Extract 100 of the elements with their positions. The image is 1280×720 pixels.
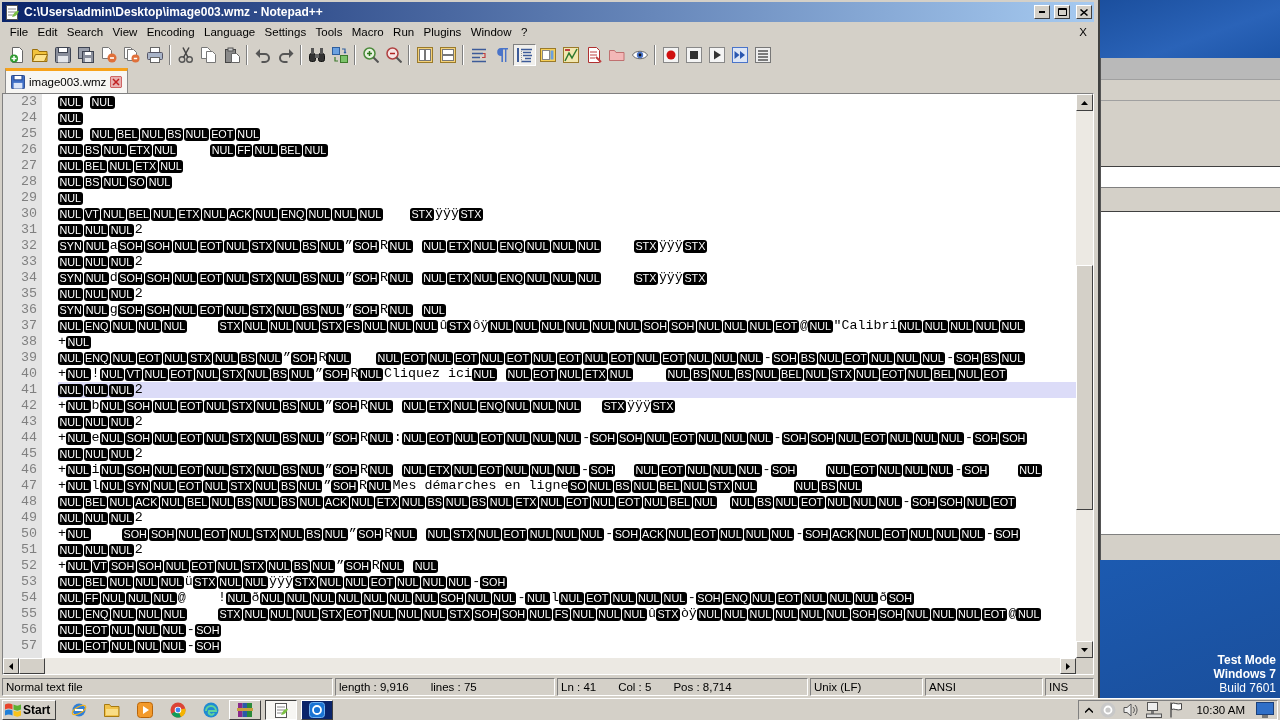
control-character: NUL [472, 271, 497, 285]
control-character: NUL [109, 255, 134, 269]
menu-item[interactable]: Plugins [418, 23, 466, 41]
control-character: NUL [960, 527, 985, 541]
menu-item[interactable]: Encoding [142, 23, 200, 41]
menu-item[interactable]: Macro [347, 23, 389, 41]
control-character: NUL [255, 431, 280, 445]
record-icon [662, 46, 679, 63]
control-character: STX [192, 575, 217, 589]
code-text: ” [344, 270, 353, 285]
control-character: NUL [413, 559, 438, 573]
code-text: d [109, 270, 118, 285]
scrollbar-thumb[interactable] [19, 658, 45, 674]
menu-item[interactable]: Settings [259, 23, 311, 41]
close-button[interactable] [1076, 5, 1092, 19]
control-character: NUL [349, 495, 375, 509]
control-character: NUL [529, 463, 555, 477]
control-character: EOT [83, 639, 109, 653]
speaker-icon[interactable] [1123, 701, 1140, 718]
control-character: NUL [109, 383, 134, 397]
monitor-icon[interactable] [1256, 701, 1274, 718]
control-character: NUL [58, 159, 83, 173]
control-character: STX [319, 607, 344, 621]
code-text: + [58, 558, 66, 573]
scroll-right-button[interactable] [1060, 658, 1076, 674]
maximize-button[interactable] [1054, 5, 1070, 19]
text-editor[interactable] [2, 93, 1094, 675]
close-document-button[interactable]: X [1076, 23, 1090, 41]
caret-icon[interactable] [1085, 706, 1094, 713]
control-character: NUL [319, 303, 344, 317]
control-character: BS [613, 479, 632, 493]
minimize-button[interactable] [1034, 5, 1050, 19]
control-character: NUL [476, 527, 502, 541]
browser-icon[interactable] [70, 701, 87, 718]
control-character: EOT [670, 431, 696, 445]
control-character: FS [344, 319, 362, 333]
control-character: BS [280, 399, 299, 413]
control-character: BEL [668, 495, 692, 509]
menu-item[interactable]: Search [62, 23, 108, 41]
floppy-icon [54, 46, 71, 63]
control-character: NUL [505, 367, 531, 381]
control-character: NUL [530, 431, 556, 445]
menu-item[interactable]: Tools [310, 23, 348, 41]
floppies-icon [77, 46, 94, 63]
code-text: - [762, 462, 771, 477]
clock[interactable]: 10:30 AM [1196, 703, 1245, 716]
control-character: NUL [84, 271, 109, 285]
control-character: NUL [133, 575, 159, 589]
close-icon[interactable] [110, 76, 123, 88]
code-text: 2 [134, 254, 143, 269]
control-character: EOT [453, 351, 479, 365]
control-character: SOH [194, 623, 222, 637]
control-character: NUL [422, 607, 447, 621]
start-button[interactable]: Start [2, 699, 56, 720]
control-character: STX [188, 351, 213, 365]
control-character: NUL [712, 351, 738, 365]
menu-item[interactable]: View [107, 23, 142, 41]
control-character: NUL [84, 239, 109, 253]
control-character: NUL [853, 591, 879, 605]
control-character: NUL [869, 351, 894, 365]
play-tile-icon[interactable] [136, 701, 153, 718]
input-field[interactable] [1101, 167, 1280, 188]
menu-item[interactable]: ? [516, 23, 533, 41]
taskbar-button[interactable] [265, 699, 297, 720]
horizontal-scrollbar[interactable] [3, 658, 1076, 674]
control-character: NUL [58, 447, 83, 461]
toolbar-button[interactable] [513, 43, 536, 66]
scissors-icon [177, 46, 194, 63]
network-icon[interactable] [1146, 701, 1163, 718]
control-character: NUL [209, 495, 235, 509]
code-text: ! [217, 590, 226, 605]
control-character: ETX [177, 207, 202, 221]
scroll-down-button[interactable] [1076, 641, 1093, 658]
control-character: EOT [83, 623, 109, 637]
control-character: NUL [99, 479, 125, 493]
status-text: ANSI [929, 681, 956, 693]
scroll-up-button[interactable] [1076, 94, 1093, 111]
control-character: EOT [776, 591, 802, 605]
scrollbar-thumb[interactable] [1076, 265, 1093, 510]
browser-icon[interactable] [169, 701, 186, 718]
control-character: NUL [1017, 463, 1043, 477]
control-character: NUL [162, 351, 188, 365]
fast-forward-icon [731, 46, 748, 63]
control-character: SOH [962, 463, 989, 477]
code-text: @ [1008, 606, 1017, 621]
file-tab[interactable]: image003.wmz [5, 68, 129, 93]
menu-item[interactable]: Edit [32, 23, 63, 41]
folder-icon[interactable] [103, 701, 120, 718]
control-character: EOT [401, 351, 427, 365]
menu-item[interactable]: Window [466, 23, 517, 41]
control-character: NUL [152, 463, 178, 477]
control-character: NUL [172, 271, 198, 285]
menu-item[interactable]: Language [199, 23, 260, 41]
menu-item[interactable]: File [5, 23, 33, 41]
scroll-left-button[interactable] [3, 658, 19, 674]
code-text: : [393, 430, 402, 445]
menu-item[interactable]: Run [388, 23, 419, 41]
control-character: VT [91, 559, 109, 573]
vertical-scrollbar[interactable] [1076, 94, 1093, 658]
control-character: NUL [444, 495, 469, 509]
